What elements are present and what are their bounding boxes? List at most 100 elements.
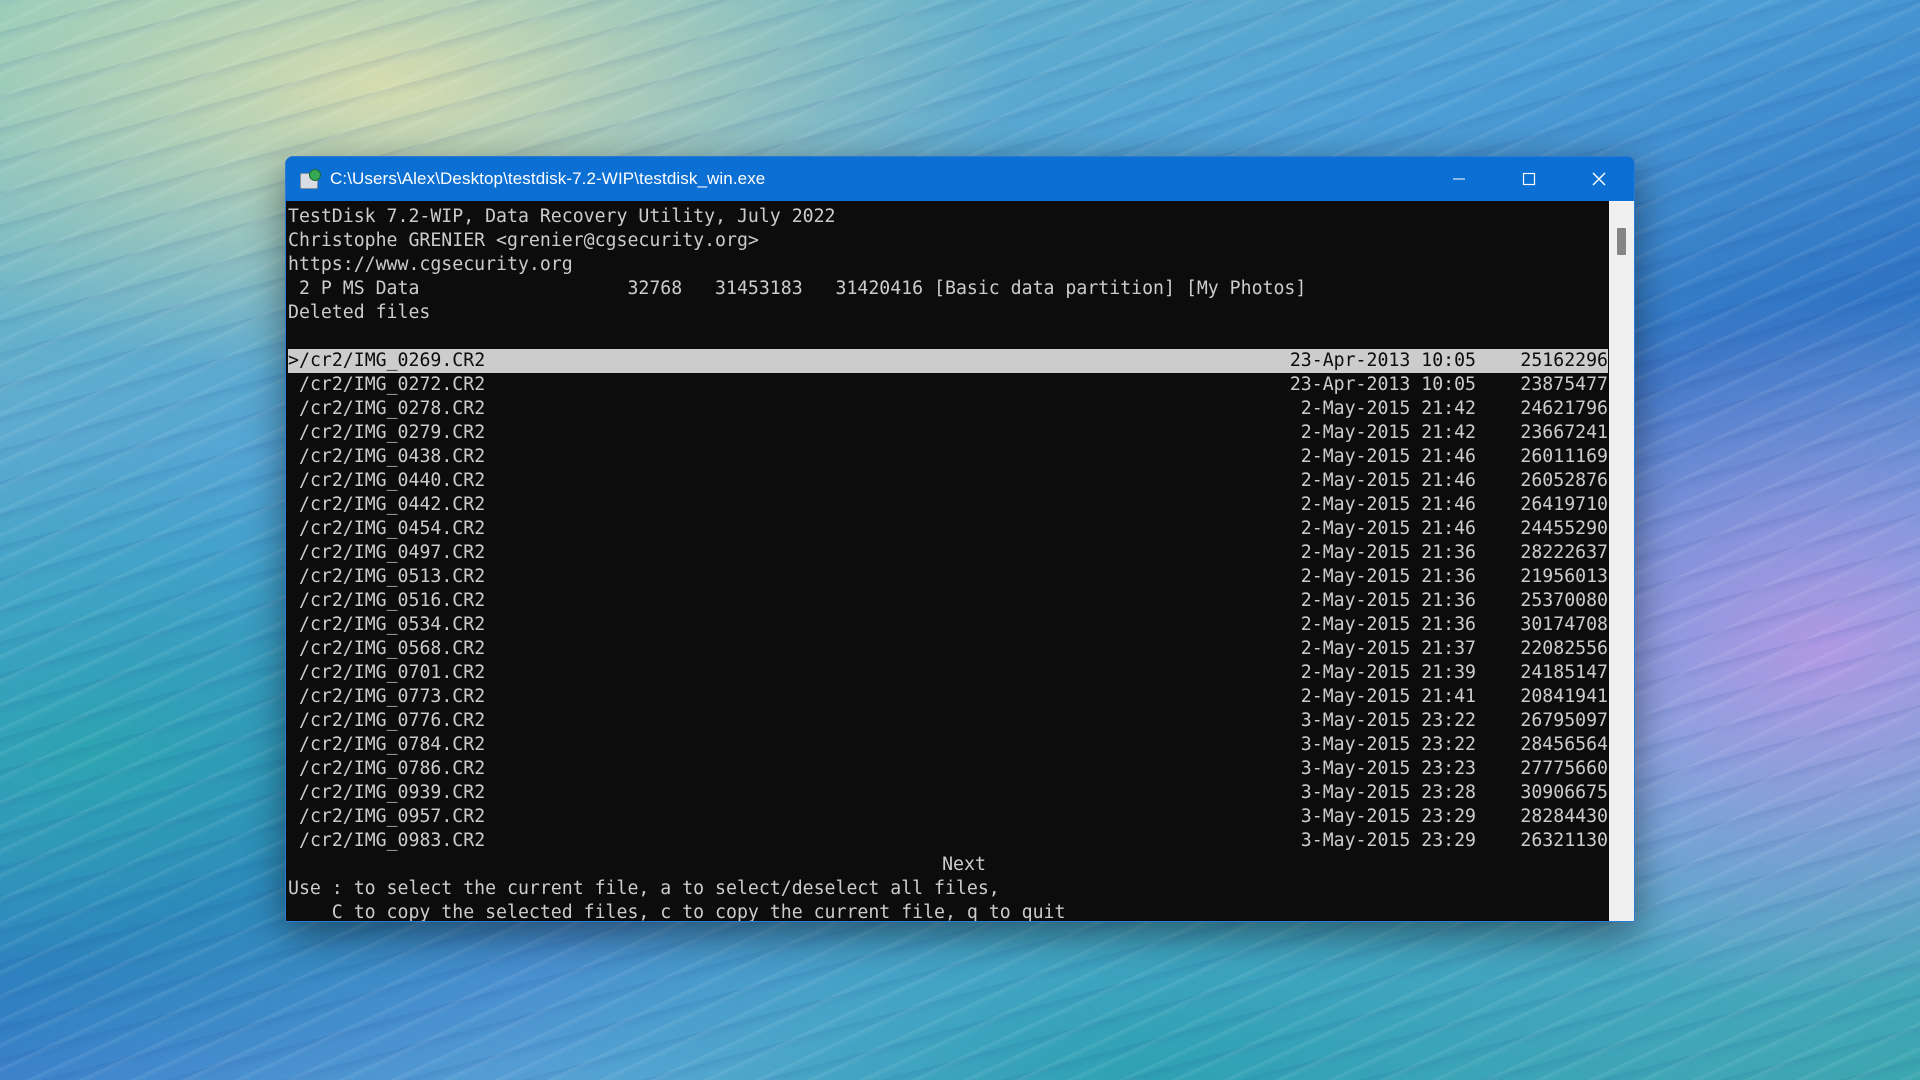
file-date: 2-May-2015 21:46 — [1300, 470, 1476, 491]
minimize-icon — [1453, 178, 1465, 180]
file-size: 23667241 — [1520, 422, 1608, 443]
file-row[interactable]: /cr2/IMG_0442.CR2 2-May-2015 21:46 2641971… — [288, 493, 1608, 517]
help-line-1: Use : to select the current file, a to s… — [288, 878, 1000, 899]
file-size: 26321130 — [1520, 830, 1608, 851]
file-path: /cr2/IMG_0939.CR2 — [299, 782, 486, 803]
file-row[interactable]: /cr2/IMG_0516.CR2 2-May-2015 21:36 2537008… — [288, 589, 1608, 613]
file-row[interactable]: /cr2/IMG_0568.CR2 2-May-2015 21:37 2208255… — [288, 637, 1608, 661]
file-path: /cr2/IMG_0440.CR2 — [299, 470, 486, 491]
file-size: 24455290 — [1520, 518, 1608, 539]
file-row[interactable]: /cr2/IMG_0272.CR2 23-Apr-2013 10:05 238754… — [288, 373, 1608, 397]
console-area[interactable]: TestDisk 7.2-WIP, Data Recovery Utility,… — [286, 201, 1634, 921]
partition-info-line: 2 P MS Data 32768 31453183 31420416 [Bas… — [288, 278, 1307, 299]
file-path: /cr2/IMG_0701.CR2 — [299, 662, 486, 683]
file-date: 3-May-2015 23:23 — [1300, 758, 1476, 779]
file-row[interactable]: /cr2/IMG_0773.CR2 2-May-2015 21:41 2084194… — [288, 685, 1608, 709]
file-date: 23-Apr-2013 10:05 — [1289, 350, 1476, 371]
file-size: 26419710 — [1520, 494, 1608, 515]
file-path: /cr2/IMG_0773.CR2 — [299, 686, 486, 707]
file-row[interactable]: /cr2/IMG_0513.CR2 2-May-2015 21:36 2195601… — [288, 565, 1608, 589]
file-size: 28456564 — [1520, 734, 1608, 755]
file-size: 26052876 — [1520, 470, 1608, 491]
file-row[interactable]: /cr2/IMG_0784.CR2 3-May-2015 23:22 2845656… — [288, 733, 1608, 757]
file-row[interactable]: /cr2/IMG_0701.CR2 2-May-2015 21:39 2418514… — [288, 661, 1608, 685]
file-row[interactable]: /cr2/IMG_0983.CR2 3-May-2015 23:29 2632113… — [288, 829, 1608, 853]
file-size: 25370080 — [1520, 590, 1608, 611]
file-size: 25162296 — [1520, 350, 1608, 371]
file-size: 28284430 — [1520, 806, 1608, 827]
file-list: >/cr2/IMG_0269.CR2 23-Apr-2013 10:05 25162… — [288, 349, 1608, 853]
file-date: 2-May-2015 21:36 — [1300, 542, 1476, 563]
file-path: /cr2/IMG_0272.CR2 — [299, 374, 486, 395]
file-size: 20841941 — [1520, 686, 1608, 707]
file-date: 2-May-2015 21:46 — [1300, 518, 1476, 539]
file-path: /cr2/IMG_0278.CR2 — [299, 398, 486, 419]
file-date: 2-May-2015 21:36 — [1300, 614, 1476, 635]
file-path: /cr2/IMG_0513.CR2 — [299, 566, 486, 587]
file-row[interactable]: /cr2/IMG_0454.CR2 2-May-2015 21:46 2445529… — [288, 517, 1608, 541]
file-size: 30906675 — [1520, 782, 1608, 803]
file-path: /cr2/IMG_0279.CR2 — [299, 422, 486, 443]
file-date: 2-May-2015 21:42 — [1300, 422, 1476, 443]
file-path: /cr2/IMG_0269.CR2 — [299, 350, 486, 371]
file-path: /cr2/IMG_0983.CR2 — [299, 830, 486, 851]
file-size: 24185147 — [1520, 662, 1608, 683]
file-row[interactable]: /cr2/IMG_0957.CR2 3-May-2015 23:29 2828443… — [288, 805, 1608, 829]
vertical-scrollbar[interactable] — [1609, 201, 1634, 921]
file-path: /cr2/IMG_0454.CR2 — [299, 518, 486, 539]
file-date: 2-May-2015 21:41 — [1300, 686, 1476, 707]
file-path: /cr2/IMG_0776.CR2 — [299, 710, 486, 731]
file-row[interactable]: /cr2/IMG_0497.CR2 2-May-2015 21:36 2822263… — [288, 541, 1608, 565]
file-path: /cr2/IMG_0438.CR2 — [299, 446, 486, 467]
author-line: Christophe GRENIER <grenier@cgsecurity.o… — [288, 230, 759, 251]
file-row[interactable]: /cr2/IMG_0786.CR2 3-May-2015 23:23 2777566… — [288, 757, 1608, 781]
file-row[interactable]: /cr2/IMG_0939.CR2 3-May-2015 23:28 3090667… — [288, 781, 1608, 805]
file-size: 26011169 — [1520, 446, 1608, 467]
minimize-button[interactable] — [1424, 157, 1494, 201]
file-size: 27775660 — [1520, 758, 1608, 779]
file-row[interactable]: /cr2/IMG_0776.CR2 3-May-2015 23:22 2679509… — [288, 709, 1608, 733]
file-row[interactable]: /cr2/IMG_0279.CR2 2-May-2015 21:42 2366724… — [288, 421, 1608, 445]
console-text: TestDisk 7.2-WIP, Data Recovery Utility,… — [288, 205, 1608, 922]
file-date: 2-May-2015 21:46 — [1300, 446, 1476, 467]
help-line-2: C to copy the selected files, c to copy … — [288, 902, 1066, 922]
file-path: /cr2/IMG_0516.CR2 — [299, 590, 486, 611]
scrollbar-thumb[interactable] — [1617, 228, 1626, 255]
file-date: 2-May-2015 21:36 — [1300, 566, 1476, 587]
file-path: /cr2/IMG_0784.CR2 — [299, 734, 486, 755]
file-path: /cr2/IMG_0957.CR2 — [299, 806, 486, 827]
file-date: 23-Apr-2013 10:05 — [1289, 374, 1476, 395]
file-path: /cr2/IMG_0497.CR2 — [299, 542, 486, 563]
maximize-icon — [1522, 172, 1536, 186]
title-bar[interactable]: C:\Users\Alex\Desktop\testdisk-7.2-WIP\t… — [286, 157, 1634, 201]
file-size: 28222637 — [1520, 542, 1608, 563]
file-row[interactable]: /cr2/IMG_0534.CR2 2-May-2015 21:36 3017470… — [288, 613, 1608, 637]
file-row[interactable]: /cr2/IMG_0440.CR2 2-May-2015 21:46 2605287… — [288, 469, 1608, 493]
file-size: 24621796 — [1520, 398, 1608, 419]
file-path: /cr2/IMG_0786.CR2 — [299, 758, 486, 779]
file-row[interactable]: /cr2/IMG_0278.CR2 2-May-2015 21:42 2462179… — [288, 397, 1608, 421]
close-icon — [1592, 172, 1606, 186]
file-date: 2-May-2015 21:42 — [1300, 398, 1476, 419]
testdisk-app-icon[interactable] — [298, 167, 322, 191]
next-page-link[interactable]: Next — [288, 853, 1608, 877]
file-row[interactable]: /cr2/IMG_0438.CR2 2-May-2015 21:46 2601116… — [288, 445, 1608, 469]
close-button[interactable] — [1564, 157, 1634, 201]
file-size: 21956013 — [1520, 566, 1608, 587]
window-controls — [1424, 157, 1634, 201]
file-date: 2-May-2015 21:46 — [1300, 494, 1476, 515]
file-size: 30174708 — [1520, 614, 1608, 635]
app-version-line: TestDisk 7.2-WIP, Data Recovery Utility,… — [288, 206, 836, 227]
console-window: C:\Users\Alex\Desktop\testdisk-7.2-WIP\t… — [285, 156, 1635, 922]
file-path: /cr2/IMG_0534.CR2 — [299, 614, 486, 635]
file-size: 23875477 — [1520, 374, 1608, 395]
file-date: 3-May-2015 23:29 — [1300, 830, 1476, 851]
file-date: 2-May-2015 21:39 — [1300, 662, 1476, 683]
file-date: 2-May-2015 21:36 — [1300, 590, 1476, 611]
file-size: 22082556 — [1520, 638, 1608, 659]
maximize-button[interactable] — [1494, 157, 1564, 201]
file-row[interactable]: >/cr2/IMG_0269.CR2 23-Apr-2013 10:05 25162… — [288, 349, 1608, 373]
file-path: /cr2/IMG_0568.CR2 — [299, 638, 486, 659]
file-date: 3-May-2015 23:29 — [1300, 806, 1476, 827]
